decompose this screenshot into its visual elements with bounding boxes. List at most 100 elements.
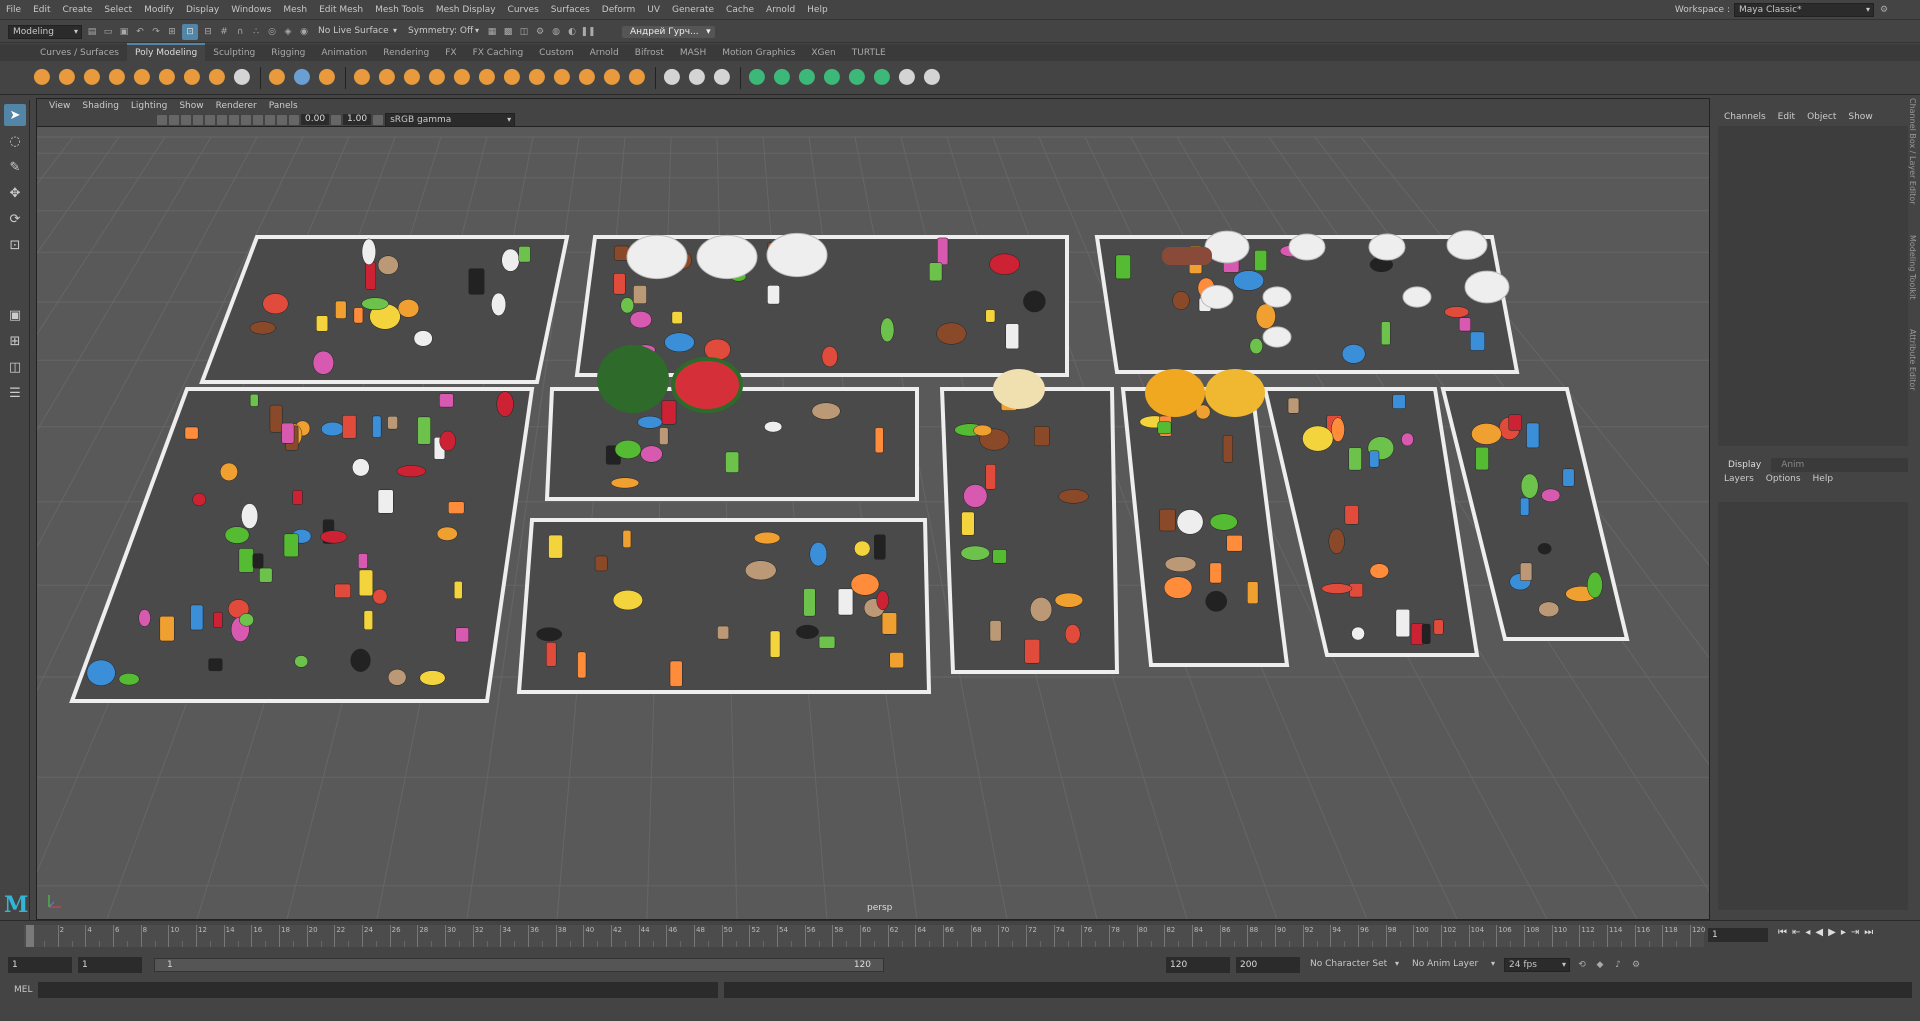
menu-help[interactable]: Help: [801, 0, 834, 20]
command-input[interactable]: [38, 982, 719, 998]
shelf-tab-turtle[interactable]: TURTLE: [844, 45, 894, 61]
menu-windows[interactable]: Windows: [225, 0, 277, 20]
render-region-icon[interactable]: ▩: [502, 25, 514, 39]
snap-view-icon[interactable]: ◎: [266, 25, 278, 39]
shelf-tool-icon[interactable]: [352, 66, 374, 89]
shelf-tool-icon[interactable]: [662, 66, 684, 89]
workspace-dropdown[interactable]: Maya Classic*: [1734, 3, 1874, 17]
lasso-tool-icon[interactable]: ◌: [4, 130, 26, 152]
shelf-tool-icon[interactable]: [157, 66, 179, 89]
go-to-start-icon[interactable]: ⏮: [1778, 927, 1787, 938]
step-forward-icon[interactable]: ▸: [1841, 927, 1846, 938]
shelf-tab-arnold[interactable]: Arnold: [582, 45, 627, 61]
isolate-icon[interactable]: [241, 114, 251, 125]
paint-select-icon[interactable]: ✎: [4, 156, 26, 178]
step-forward-key-icon[interactable]: ⇥: [1851, 927, 1859, 938]
select-object-icon[interactable]: ⊡: [182, 23, 198, 40]
shelf-tool-icon[interactable]: [402, 66, 424, 89]
command-language-label[interactable]: MEL: [14, 985, 32, 995]
layer-menu-options[interactable]: Options: [1760, 474, 1807, 484]
menu-edit-mesh[interactable]: Edit Mesh: [313, 0, 369, 20]
select-component-icon[interactable]: ⊟: [202, 25, 214, 39]
lights-icon[interactable]: [205, 114, 215, 125]
open-scene-icon[interactable]: ▭: [102, 25, 114, 39]
shelf-tab-fx[interactable]: FX: [437, 45, 464, 61]
fps-dropdown[interactable]: 24 fps: [1504, 958, 1570, 972]
layer-menu-help[interactable]: Help: [1807, 474, 1840, 484]
auto-key-icon[interactable]: ◆: [1594, 958, 1606, 972]
preferences-icon[interactable]: ⚙: [1630, 958, 1642, 972]
menu-surfaces[interactable]: Surfaces: [545, 0, 596, 20]
shelf-tool-icon[interactable]: [377, 66, 399, 89]
menu-deform[interactable]: Deform: [596, 0, 641, 20]
four-view-icon[interactable]: ⊞: [4, 330, 26, 352]
shelf-tool-icon[interactable]: [132, 66, 154, 89]
viewport-menu-show[interactable]: Show: [173, 101, 209, 111]
shelf-tool-icon[interactable]: [687, 66, 709, 89]
play-forward-icon[interactable]: ▶: [1828, 927, 1836, 938]
textured-icon[interactable]: [193, 114, 203, 125]
shelf-tool-icon[interactable]: [527, 66, 549, 89]
step-back-icon[interactable]: ◂: [1805, 927, 1810, 938]
undo-icon[interactable]: ↶: [134, 25, 146, 39]
hypershade-icon[interactable]: ◍: [550, 25, 562, 39]
timeline-current-indicator[interactable]: [26, 925, 34, 947]
ipr-render-icon[interactable]: ◫: [518, 25, 530, 39]
menu-edit[interactable]: Edit: [27, 0, 56, 20]
select-hierarchy-icon[interactable]: ⊞: [166, 25, 178, 39]
gamma-icon[interactable]: [331, 114, 342, 125]
layer-editor-area[interactable]: [1718, 502, 1908, 910]
arnold-render-icon[interactable]: ◐: [566, 25, 578, 39]
3d-viewport[interactable]: persp: [37, 127, 1709, 919]
new-scene-icon[interactable]: ▤: [86, 25, 98, 39]
snap-curve-icon[interactable]: ∩: [234, 25, 246, 39]
color-space-dropdown[interactable]: sRGB gamma: [385, 112, 516, 127]
current-frame-field[interactable]: 1: [1708, 928, 1768, 942]
gear-icon[interactable]: ⚙: [1878, 3, 1890, 17]
make-live-icon[interactable]: ◉: [298, 25, 310, 39]
side-tab-modeling-toolkit[interactable]: Modeling Toolkit: [1908, 235, 1917, 299]
resolution-gate-icon[interactable]: [277, 114, 287, 125]
shelf-tool-icon[interactable]: [797, 66, 819, 89]
shelf-tab-sculpting[interactable]: Sculpting: [205, 45, 263, 61]
shelf-tool-icon[interactable]: [577, 66, 599, 89]
menu-mesh[interactable]: Mesh: [277, 0, 313, 20]
viewport-menu-view[interactable]: View: [43, 101, 76, 111]
step-back-key-icon[interactable]: ⇤: [1792, 927, 1800, 938]
shelf-tool-icon[interactable]: [847, 66, 869, 89]
select-tool-icon[interactable]: ➤: [4, 104, 26, 126]
shelf-tool-icon[interactable]: [427, 66, 449, 89]
channel-box-menu-show[interactable]: Show: [1842, 112, 1878, 122]
shelf-tool-icon[interactable]: [872, 66, 894, 89]
shelf-tab-mash[interactable]: MASH: [672, 45, 714, 61]
move-tool-icon[interactable]: ✥: [4, 182, 26, 204]
render-settings-icon[interactable]: ⚙: [534, 25, 546, 39]
shelf-tool-icon[interactable]: [107, 66, 129, 89]
shelf-tool-icon[interactable]: [822, 66, 844, 89]
viewport-menu-renderer[interactable]: Renderer: [210, 101, 263, 111]
shelf-tab-animation[interactable]: Animation: [313, 45, 375, 61]
menu-modify[interactable]: Modify: [138, 0, 180, 20]
live-surface-field[interactable]: No Live Surface: [314, 24, 400, 39]
sound-icon[interactable]: ♪: [1612, 958, 1624, 972]
user-account-button[interactable]: Андрей Гурч...: [622, 25, 715, 38]
shelf-tab-poly-modeling[interactable]: Poly Modeling: [126, 43, 206, 61]
shelf-tab-rendering[interactable]: Rendering: [375, 45, 437, 61]
shelf-tool-icon[interactable]: [477, 66, 499, 89]
menu-display[interactable]: Display: [180, 0, 225, 20]
animation-start-field[interactable]: 1: [8, 957, 72, 973]
shelf-tab-rigging[interactable]: Rigging: [263, 45, 313, 61]
menu-uv[interactable]: UV: [641, 0, 666, 20]
shelf-tool-icon[interactable]: [452, 66, 474, 89]
menu-file[interactable]: File: [0, 0, 27, 20]
shelf-tool-icon[interactable]: [712, 66, 734, 89]
shelf-tool-icon[interactable]: [267, 66, 289, 89]
shelf-tool-icon[interactable]: [552, 66, 574, 89]
layer-tab-anim[interactable]: Anim: [1771, 458, 1814, 472]
channel-box-menu-channels[interactable]: Channels: [1718, 112, 1772, 122]
render-frame-icon[interactable]: ▦: [486, 25, 498, 39]
smooth-shade-icon[interactable]: [181, 114, 191, 125]
outliner-layout-icon[interactable]: ☰: [4, 382, 26, 404]
shelf-tool-icon[interactable]: [207, 66, 229, 89]
grid-icon[interactable]: [265, 114, 275, 125]
